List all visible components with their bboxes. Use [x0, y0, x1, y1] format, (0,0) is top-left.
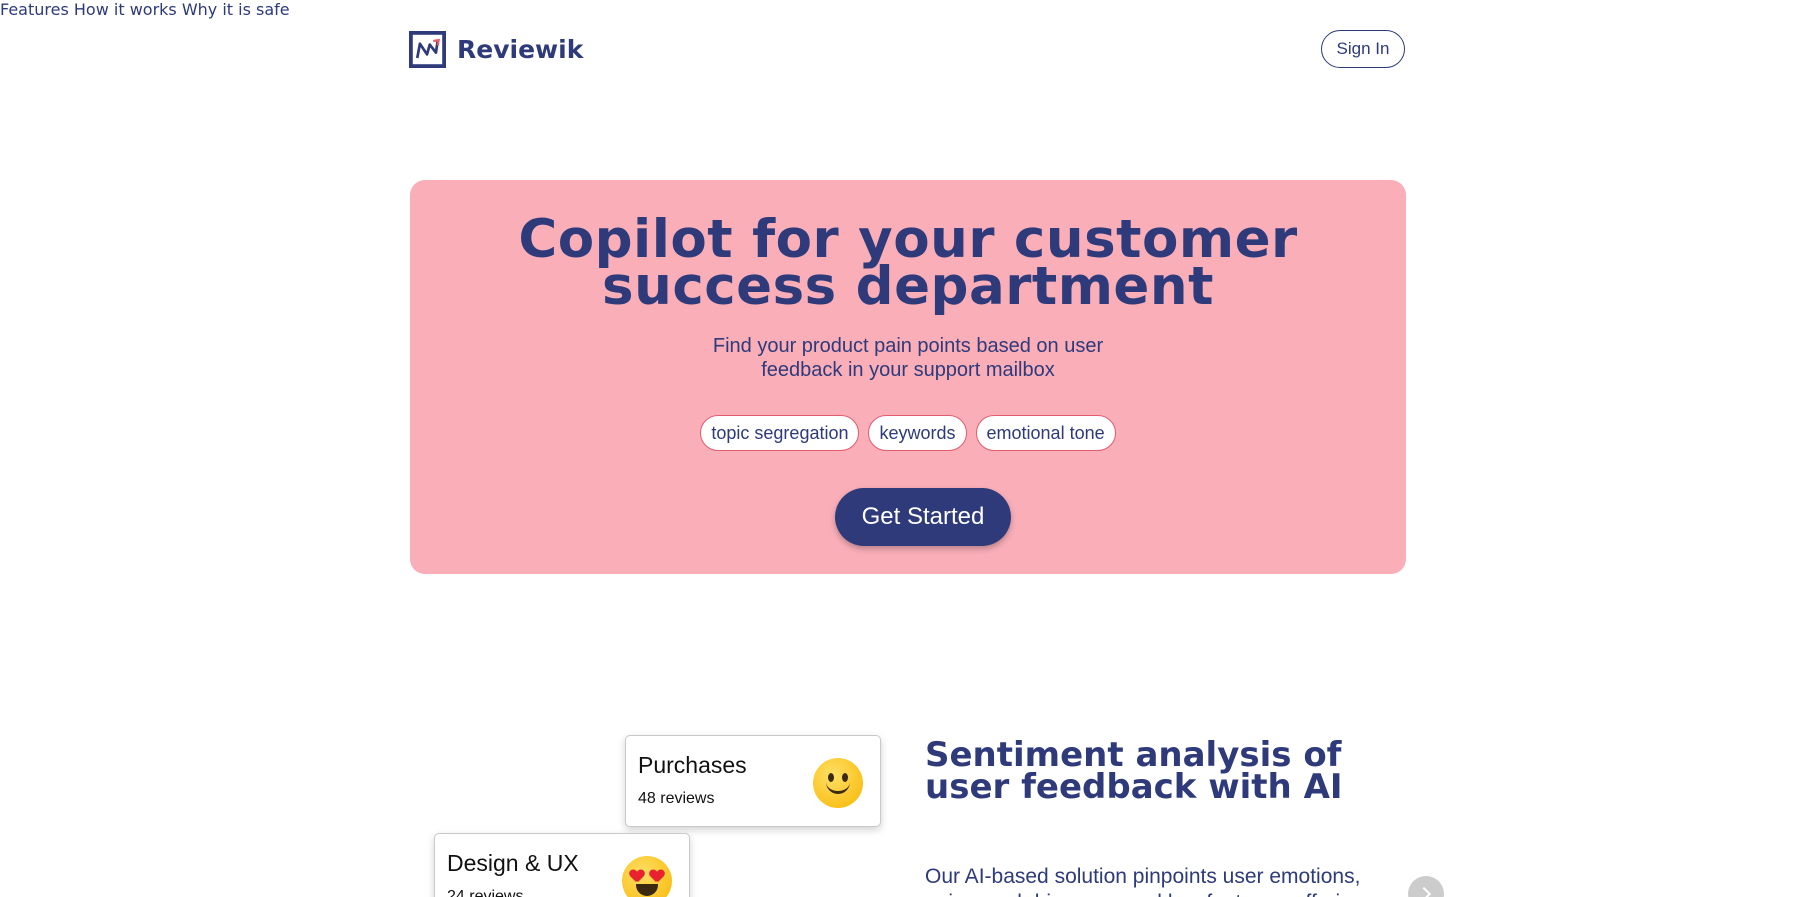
main-nav: Features How it works Why it is safe	[0, 0, 1808, 19]
category-card-purchases: Purchases 48 reviews	[625, 735, 881, 827]
feature-title: Sentiment analysis of user feedback with…	[925, 735, 1343, 807]
hero-title-line-2: success department	[602, 256, 1214, 317]
get-started-button[interactable]: Get Started	[835, 488, 1011, 546]
nav-link-features[interactable]: Features	[0, 0, 69, 19]
reviewik-logo-icon	[409, 31, 446, 68]
carousel-next-button[interactable]	[1408, 876, 1444, 897]
tag-topic-segregation: topic segregation	[700, 415, 860, 451]
hero-banner: Copilot for your customer success depart…	[410, 180, 1406, 574]
slightly-smiling-face-icon	[813, 758, 863, 808]
feature-description: Our AI-based solution pinpoints user emo…	[925, 865, 1364, 897]
site-header: Reviewik Features How it works Why it is…	[0, 0, 1808, 100]
sign-in-button[interactable]: Sign In	[1321, 30, 1405, 68]
hero-title: Copilot for your customer success depart…	[410, 213, 1406, 313]
card-title: Design & UX	[447, 850, 579, 876]
card-review-count: 48 reviews	[638, 790, 715, 807]
heart-eyes-face-icon	[622, 856, 672, 897]
card-title: Purchases	[638, 752, 747, 778]
tag-keywords: keywords	[868, 415, 967, 451]
category-card-design-ux: Design & UX 24 reviews	[434, 833, 690, 897]
brand-name: Reviewik	[457, 35, 584, 64]
brand-logo[interactable]: Reviewik	[409, 31, 583, 68]
chevron-right-icon	[1416, 886, 1432, 897]
nav-link-how-it-works[interactable]: How it works	[74, 0, 177, 19]
hero-subtitle: Find your product pain points based on u…	[712, 335, 1104, 381]
tag-emotional-tone: emotional tone	[975, 415, 1116, 451]
card-review-count: 24 reviews	[447, 888, 524, 897]
feature-tags: topic segregation keywords emotional ton…	[410, 415, 1406, 451]
nav-link-why-it-is-safe[interactable]: Why it is safe	[182, 0, 290, 19]
